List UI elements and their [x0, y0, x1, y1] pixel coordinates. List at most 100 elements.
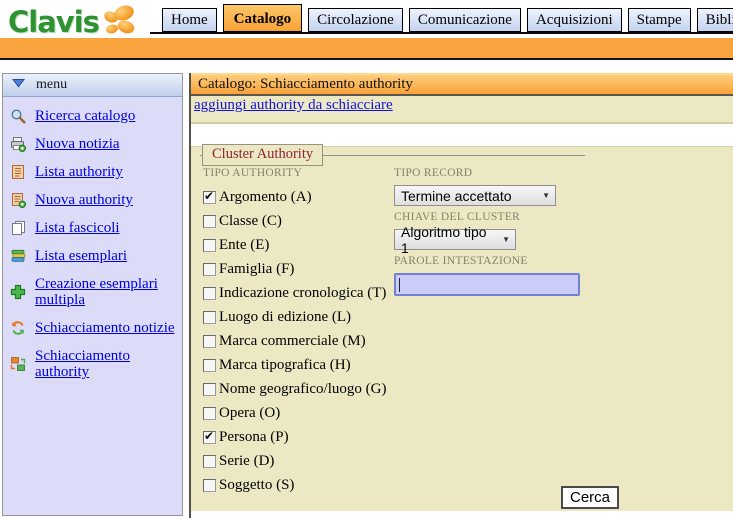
authority-checkbox-label: Opera (O) [219, 405, 280, 422]
sidebar-item: Creazione esemplari multipla [10, 276, 178, 308]
authority-option-row: Marca tipografica (H) [203, 353, 585, 377]
authority-checkbox-label: Marca commerciale (M) [219, 333, 366, 350]
authority-checkbox[interactable] [203, 455, 216, 468]
authority-checkbox-label: Marca tipografica (H) [219, 357, 351, 374]
authority-option-row: Serie (D) [203, 449, 585, 473]
authority-checkbox[interactable] [203, 335, 216, 348]
sidebar-menu-list: Ricerca catalogo Nuova notizia Lista autho… [3, 97, 182, 380]
sidebar-item: Ricerca catalogo [10, 108, 178, 124]
sidebar-item: Schiacciamento authority [10, 348, 178, 380]
sidebar-link[interactable]: Lista authority [35, 164, 123, 180]
flower-icon [101, 4, 137, 41]
sidebar-link[interactable]: Creazione esemplari multipla [35, 276, 178, 308]
fieldset-legend: Cluster Authority [202, 144, 323, 166]
tipo-record-select[interactable]: Termine accettato ▼ [394, 185, 556, 206]
spacer [191, 124, 733, 146]
text-caret [399, 278, 400, 292]
tab-bar: HomeCatalogoCircolazioneComunicazioneAcq… [150, 0, 733, 34]
authority-checkbox[interactable] [203, 191, 216, 204]
sidebar-item: Lista authority [10, 164, 178, 180]
dropdown-arrow-icon: ▼ [542, 191, 550, 200]
authority-checkbox[interactable] [203, 479, 216, 492]
copy-pages-icon [10, 220, 26, 236]
authority-checkbox[interactable] [203, 239, 216, 252]
sidebar-item: Schiacciamento notizie [10, 320, 178, 336]
top-header: Clavis HomeCatalogoCir [0, 0, 733, 38]
tipo-record-value: Termine accettato [401, 188, 512, 204]
authority-checkbox-label: Luogo di edizione (L) [219, 309, 351, 326]
sidebar-link[interactable]: Schiacciamento notizie [35, 320, 175, 336]
sidebar-link[interactable]: Ricerca catalogo [35, 108, 135, 124]
document-add-icon [10, 192, 26, 208]
green-plus-icon [10, 284, 26, 300]
books-stack-icon [10, 248, 26, 264]
page-title: Catalogo: Schiacciamento authority [191, 73, 733, 96]
authority-checkbox-label: Soggetto (S) [219, 477, 294, 494]
sidebar-menu-header[interactable]: menu [3, 74, 182, 97]
authority-checkbox[interactable] [203, 287, 216, 300]
authority-option-row: Opera (O) [203, 401, 585, 425]
parole-intestazione-wrap [394, 273, 594, 296]
tab-home[interactable]: Home [162, 8, 217, 32]
authority-checkbox-label: Argomento (A) [219, 189, 312, 206]
authority-option-row: Persona (P) [203, 425, 585, 449]
parole-intestazione-input[interactable] [394, 273, 580, 296]
sidebar-link[interactable]: Lista esemplari [35, 248, 127, 264]
authority-checkbox[interactable] [203, 359, 216, 372]
tab-stampe[interactable]: Stampe [628, 8, 691, 32]
parole-intestazione-label: PAROLE INTESTAZIONE [394, 255, 594, 267]
authority-checkbox-label: Nome geografico/luogo (G) [219, 381, 386, 398]
authority-checkbox-label: Serie (D) [219, 453, 274, 470]
clavis-logo: Clavis [8, 2, 137, 41]
page: Clavis HomeCatalogoCir [0, 0, 733, 518]
sidebar-item: Lista esemplari [10, 248, 178, 264]
authority-checkbox[interactable] [203, 215, 216, 228]
sidebar-link[interactable]: Schiacciamento authority [35, 348, 178, 380]
sidebar-item: Nuova notizia [10, 136, 178, 152]
sidebar-menu-title: menu [36, 77, 67, 93]
authority-option-row: Luogo di edizione (L) [203, 305, 585, 329]
chiave-cluster-select[interactable]: Algoritmo tipo 1 ▼ [394, 229, 516, 250]
dropdown-arrow-icon: ▼ [502, 235, 510, 244]
cluster-authority-fieldset: Cluster Authority TIPO AUTHORITY Argomen… [200, 155, 585, 497]
sidebar-link[interactable]: Lista fascicoli [35, 220, 120, 236]
logo-text: Clavis [8, 5, 99, 39]
main-area: Catalogo: Schiacciamento authority aggiu… [189, 73, 733, 518]
tab-comunicazione[interactable]: Comunicazione [409, 8, 521, 32]
cluster-authority-panel: Cluster Authority TIPO AUTHORITY Argomen… [191, 146, 733, 511]
authority-checkbox-label: Famiglia (F) [219, 261, 294, 278]
sidebar-item: Nuova authority [10, 192, 178, 208]
tipo-record-label: TIPO RECORD [394, 167, 594, 179]
authority-checkbox[interactable] [203, 383, 216, 396]
sidebar-link[interactable]: Nuova notizia [35, 136, 120, 152]
sidebar-link[interactable]: Nuova authority [35, 192, 133, 208]
printer-add-icon [10, 136, 26, 152]
authority-checkbox-label: Classe (C) [219, 213, 282, 230]
add-authority-link[interactable]: aggiungi authority da schiacciare [194, 97, 393, 114]
tab-catalogo[interactable]: Catalogo [223, 4, 303, 32]
link-strip: aggiungi authority da schiacciare [191, 96, 733, 124]
search-icon [10, 108, 26, 124]
sidebar-item: Lista fascicoli [10, 220, 178, 236]
chiave-cluster-label: CHIAVE DEL CLUSTER [394, 211, 594, 223]
authority-checkbox-label: Ente (E) [219, 237, 269, 254]
tab-circolazione[interactable]: Circolazione [308, 8, 403, 32]
tab-acquisizioni[interactable]: Acquisizioni [527, 8, 622, 32]
authority-option-row: Nome geografico/luogo (G) [203, 377, 585, 401]
right-column: TIPO RECORD Termine accettato ▼ CHIAVE D… [394, 167, 594, 296]
authority-option-row: Soggetto (S) [203, 473, 585, 497]
chiave-cluster-value: Algoritmo tipo 1 [401, 224, 494, 256]
chevron-down-icon [12, 77, 25, 93]
merge-books-icon [10, 356, 26, 372]
authority-option-row: Marca commerciale (M) [203, 329, 585, 353]
orange-band [0, 38, 733, 60]
tab-biblioteche[interactable]: Biblioteche [697, 8, 733, 32]
authority-checkbox[interactable] [203, 311, 216, 324]
document-list-icon [10, 164, 26, 180]
sidebar: menu Ricerca catalogo Nuova notizia Lista … [2, 73, 183, 516]
merge-arrows-icon [10, 320, 26, 336]
authority-checkbox[interactable] [203, 431, 216, 444]
authority-checkbox[interactable] [203, 263, 216, 276]
authority-checkbox[interactable] [203, 407, 216, 420]
cerca-button[interactable]: Cerca [561, 486, 619, 509]
